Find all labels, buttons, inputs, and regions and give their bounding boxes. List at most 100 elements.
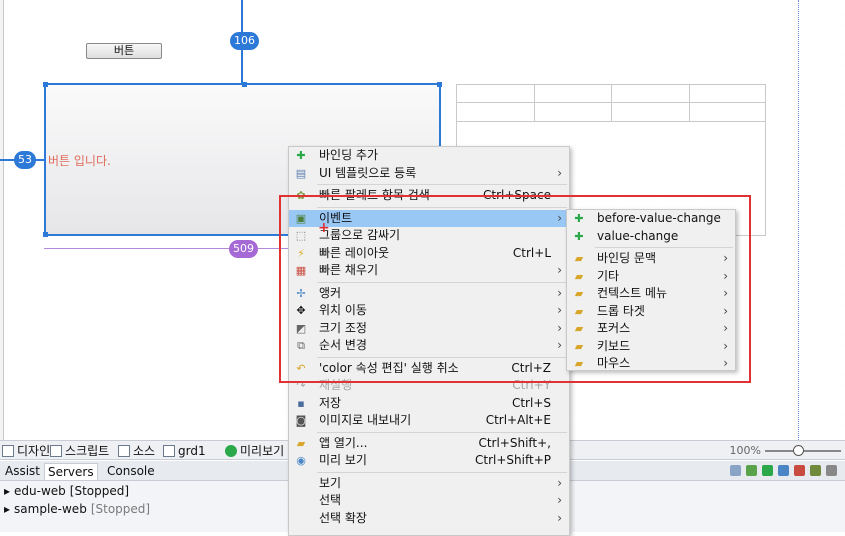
menu-item-label: 기타 — [597, 268, 620, 283]
submenu-item-value-change[interactable]: ✚ value-change — [567, 228, 735, 246]
submenu-item-keyboard[interactable]: ▰ 키보드 › — [567, 338, 735, 356]
debug-icon[interactable] — [746, 465, 757, 476]
menu-item-label: 크기 조정 — [319, 320, 367, 335]
menu-item-label: 빠른 레이아웃 — [319, 245, 390, 260]
tab-script[interactable]: 스크립트 — [50, 442, 109, 460]
tab-design[interactable]: 디자인 — [2, 442, 50, 460]
submenu-item-before-value-change[interactable]: ✚ before-value-change — [567, 210, 735, 228]
menu-item-ui-template[interactable]: ▤ UI 템플릿으로 등록 › — [289, 165, 569, 183]
menu-separator — [317, 184, 567, 185]
grid-col-line — [689, 85, 690, 121]
resize-handle[interactable] — [43, 82, 48, 87]
server-name: sample-web — [14, 502, 87, 516]
chevron-right-icon: › — [557, 303, 562, 317]
folder-icon: ▰ — [574, 252, 584, 265]
grid-row-line — [457, 121, 765, 122]
menu-shortcut: Ctrl+S — [511, 395, 551, 410]
stop-icon[interactable] — [794, 465, 805, 476]
chevron-right-icon: › — [723, 286, 728, 300]
menu-item-label: 저장 — [319, 395, 342, 410]
menu-item-label: before-value-change — [597, 211, 721, 225]
menu-item-preview[interactable]: ◉ 미리 보기 Ctrl+Shift+P — [289, 452, 569, 470]
chevron-right-icon: › — [557, 210, 562, 225]
chevron-right-icon: › — [557, 320, 562, 335]
move-icon: ✥ — [296, 304, 306, 317]
resize-handle[interactable] — [437, 82, 442, 87]
plus-icon: ✚ — [574, 212, 584, 225]
submenu-item-focus[interactable]: ▰ 포커스 › — [567, 320, 735, 338]
folder-icon: ▰ — [574, 322, 584, 335]
menu-item-open-app[interactable]: ▰ 앱 열기... Ctrl+Shift+, — [289, 435, 569, 453]
tab-assist[interactable]: Assist — [2, 463, 43, 480]
tab-preview[interactable]: 미리보기 — [225, 442, 284, 460]
menu-item-export-image[interactable]: ◙ 이미지로 내보내기 Ctrl+Alt+E — [289, 412, 569, 430]
zoom-slider-knob[interactable] — [793, 445, 804, 456]
chevron-right-icon: › — [723, 321, 728, 335]
submenu-item-binding-context[interactable]: ▰ 바인딩 문맥 › — [567, 250, 735, 268]
menu-item-view[interactable]: 보기 › — [289, 475, 569, 493]
menu-separator — [317, 281, 567, 283]
submenu-item-mouse[interactable]: ▰ 마우스 › — [567, 355, 735, 373]
tab-servers[interactable]: Servers — [44, 463, 98, 480]
grid-col-line — [611, 85, 612, 121]
menu-shortcut: Ctrl+Y — [512, 378, 551, 392]
grid-icon — [163, 445, 175, 457]
tab-console[interactable]: Console — [104, 463, 158, 480]
folder-icon: ▰ — [296, 436, 306, 450]
menu-separator — [317, 356, 567, 358]
collapse-icon[interactable] — [730, 465, 741, 476]
order-icon: ⧉ — [297, 339, 305, 352]
menu-item-undo[interactable]: ↶ 'color 속성 편집' 실행 취소 Ctrl+Z — [289, 360, 569, 378]
menu-item-add-binding[interactable]: ✚ 바인딩 추가 — [289, 147, 569, 165]
menu-item-expand-selection[interactable]: 선택 확장 › — [289, 510, 569, 528]
menu-item-select[interactable]: 선택 › — [289, 492, 569, 510]
profile-icon[interactable] — [778, 465, 789, 476]
menu-item-redo[interactable]: ↷ 재실행 Ctrl+Y — [289, 377, 569, 395]
design-icon — [2, 445, 14, 457]
server-row[interactable]: ▸ edu-web [Stopped] — [4, 482, 129, 500]
publish-icon[interactable] — [810, 465, 821, 476]
menu-item-label: 포커스 — [597, 321, 631, 335]
resize-handle[interactable] — [43, 232, 48, 237]
menu-item-wrap-group[interactable]: ⬚ 그룹으로 감싸기 — [289, 227, 569, 245]
tab-label: 소스 — [133, 444, 156, 458]
guide-line — [798, 0, 799, 440]
menu-item-move[interactable]: ✥ 위치 이동 › — [289, 302, 569, 320]
cursor-crosshair-icon: + — [318, 220, 330, 236]
menu-item-resize[interactable]: ◩ 크기 조정 › — [289, 320, 569, 338]
submenu-item-etc[interactable]: ▰ 기타 › — [567, 268, 735, 286]
menu-item-label: 'color 속성 편집' 실행 취소 — [319, 360, 459, 375]
menu-separator — [317, 206, 567, 208]
save-icon: ▪ — [297, 396, 305, 410]
menu-item-quick-palette[interactable]: ✿ 빠른 팔레트 항목 검색 Ctrl+Space — [289, 187, 569, 205]
menu-item-quick-layout[interactable]: ⚡ 빠른 레이아웃 Ctrl+L — [289, 245, 569, 263]
zoom-slider[interactable] — [765, 445, 841, 456]
menu-item-save[interactable]: ▪ 저장 Ctrl+S — [289, 395, 569, 413]
menu-item-quick-fill[interactable]: ▦ 빠른 채우기 › — [289, 262, 569, 280]
submenu-item-drop-target[interactable]: ▰ 드롭 타겟 › — [567, 303, 735, 321]
fill-icon: ▦ — [295, 264, 307, 277]
menu-item-label: 재실행 — [319, 378, 353, 392]
menu-item-label: 보기 — [319, 475, 342, 490]
server-row[interactable]: ▸ sample-web [Stopped] — [4, 500, 150, 518]
menu-separator — [317, 431, 567, 433]
button-widget[interactable]: 버튼 — [86, 43, 162, 59]
start-icon[interactable] — [762, 465, 773, 476]
panel-toolbar — [730, 465, 837, 476]
submenu-item-context-menu[interactable]: ▰ 컨텍스트 메뉴 › — [567, 285, 735, 303]
event-submenu: ✚ before-value-change ✚ value-change ▰ 바인딩 … — [566, 209, 736, 371]
view-menu-icon[interactable] — [826, 465, 837, 476]
width-badge: 509 — [229, 240, 258, 258]
menu-item-label: 드롭 타겟 — [597, 303, 645, 318]
folder-icon: ▰ — [574, 269, 584, 283]
tab-source[interactable]: 소스 — [118, 442, 155, 460]
group-icon: ⬚ — [295, 229, 307, 242]
folder-icon: ▰ — [574, 287, 584, 300]
menu-item-anchor[interactable]: ✢ 앵커 › — [289, 285, 569, 303]
tab-grd1[interactable]: grd1 — [163, 442, 206, 460]
chevron-right-icon: › — [557, 493, 562, 507]
menu-item-event[interactable]: ▣ 이벤트 › — [289, 209, 569, 227]
menu-item-order[interactable]: ⧉ 순서 변경 › — [289, 337, 569, 355]
menu-item-label: 빠른 팔레트 항목 검색 — [319, 188, 430, 202]
resize-handle[interactable] — [242, 82, 247, 87]
